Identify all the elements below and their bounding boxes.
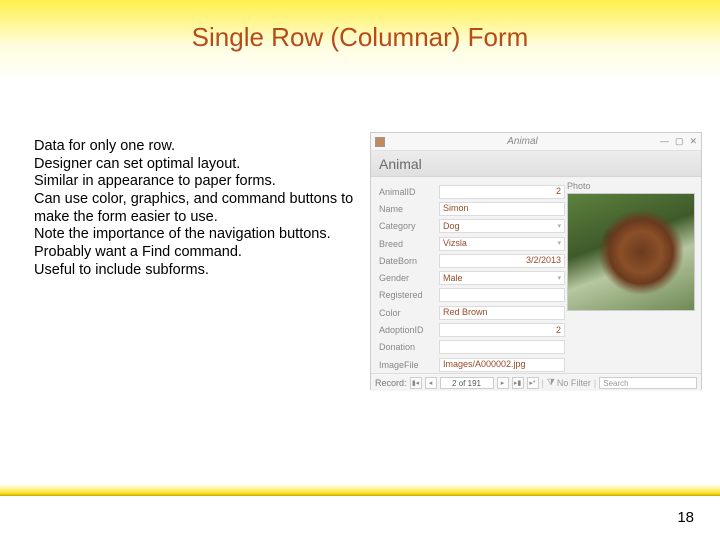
slide-title: Single Row (Columnar) Form xyxy=(0,22,720,53)
nav-new-button[interactable]: ▸* xyxy=(527,377,539,389)
label-gender: Gender xyxy=(377,273,439,283)
form-icon xyxy=(375,137,385,147)
label-category: Category xyxy=(377,221,439,231)
label-photo: Photo xyxy=(567,181,695,191)
label-color: Color xyxy=(377,308,439,318)
label-breed: Breed xyxy=(377,239,439,249)
funnel-icon: ⧩ xyxy=(547,377,555,388)
slide: Single Row (Columnar) Form Data for only… xyxy=(0,0,720,540)
chevron-down-icon[interactable]: ▾ xyxy=(557,272,561,285)
field-color[interactable]: Red Brown xyxy=(439,306,565,320)
bullet-list: Data for only one row. Designer can set … xyxy=(34,138,354,280)
nav-prev-button[interactable]: ◂ xyxy=(425,377,437,389)
field-animalid[interactable]: 2 xyxy=(439,185,565,199)
field-breed[interactable]: Vizsla▾ xyxy=(439,237,565,251)
minimize-icon[interactable]: — xyxy=(660,136,669,147)
bullet-item: Note the importance of the navigation bu… xyxy=(34,226,354,244)
chevron-down-icon[interactable]: ▾ xyxy=(557,237,561,250)
page-number: 18 xyxy=(677,509,694,526)
field-category[interactable]: Dog▾ xyxy=(439,219,565,233)
maximize-icon[interactable]: ▢ xyxy=(675,136,684,147)
field-name[interactable]: Simon xyxy=(439,202,565,216)
nav-search-input[interactable]: Search xyxy=(599,377,697,389)
field-imagefile[interactable]: Images/A000002.jpg xyxy=(439,358,565,372)
window-titlebar: Animal — ▢ ✕ xyxy=(371,133,701,151)
bullet-item: Can use color, graphics, and command but… xyxy=(34,191,354,226)
label-name: Name xyxy=(377,204,439,214)
form-body: AnimalID2 NameSimon CategoryDog▾ BreedVi… xyxy=(371,177,701,373)
nav-position[interactable]: 2 of 191 xyxy=(440,377,494,389)
nav-filter[interactable]: ⧩ No Filter xyxy=(547,377,591,388)
nav-record-label: Record: xyxy=(375,378,407,388)
field-gender[interactable]: Male▾ xyxy=(439,271,565,285)
photo-image xyxy=(567,193,695,311)
field-registered[interactable] xyxy=(439,288,565,302)
field-donation[interactable] xyxy=(439,340,565,354)
label-dateborn: DateBorn xyxy=(377,256,439,266)
label-animalid: AnimalID xyxy=(377,187,439,197)
bullet-item: Useful to include subforms. xyxy=(34,262,354,280)
bullet-item: Similar in appearance to paper forms. xyxy=(34,173,354,191)
label-imagefile: ImageFile xyxy=(377,360,439,370)
field-adoptionid[interactable]: 2 xyxy=(439,323,565,337)
chevron-down-icon[interactable]: ▾ xyxy=(557,220,561,233)
label-donation: Donation xyxy=(377,342,439,352)
close-icon[interactable]: ✕ xyxy=(689,136,697,147)
label-registered: Registered xyxy=(377,290,439,300)
bullet-item: Probably want a Find command. xyxy=(34,244,354,262)
embedded-form-screenshot: Animal — ▢ ✕ Animal AnimalID2 NameSimon … xyxy=(370,132,702,390)
nav-first-button[interactable]: ▮◂ xyxy=(410,377,422,389)
bullet-item: Designer can set optimal layout. xyxy=(34,156,354,174)
form-header: Animal xyxy=(371,151,701,177)
bullet-item: Data for only one row. xyxy=(34,138,354,156)
field-grid: AnimalID2 NameSimon CategoryDog▾ BreedVi… xyxy=(377,183,565,373)
footer-rule xyxy=(0,484,720,496)
photo-block: Photo xyxy=(567,181,695,311)
field-dateborn[interactable]: 3/2/2013 xyxy=(439,254,565,268)
nav-next-button[interactable]: ▸ xyxy=(497,377,509,389)
record-navigator: Record: ▮◂ ◂ 2 of 191 ▸ ▸▮ ▸* | ⧩ No Fil… xyxy=(371,373,701,391)
nav-last-button[interactable]: ▸▮ xyxy=(512,377,524,389)
label-adoptionid: AdoptionID xyxy=(377,325,439,335)
window-caption: Animal xyxy=(389,136,656,147)
